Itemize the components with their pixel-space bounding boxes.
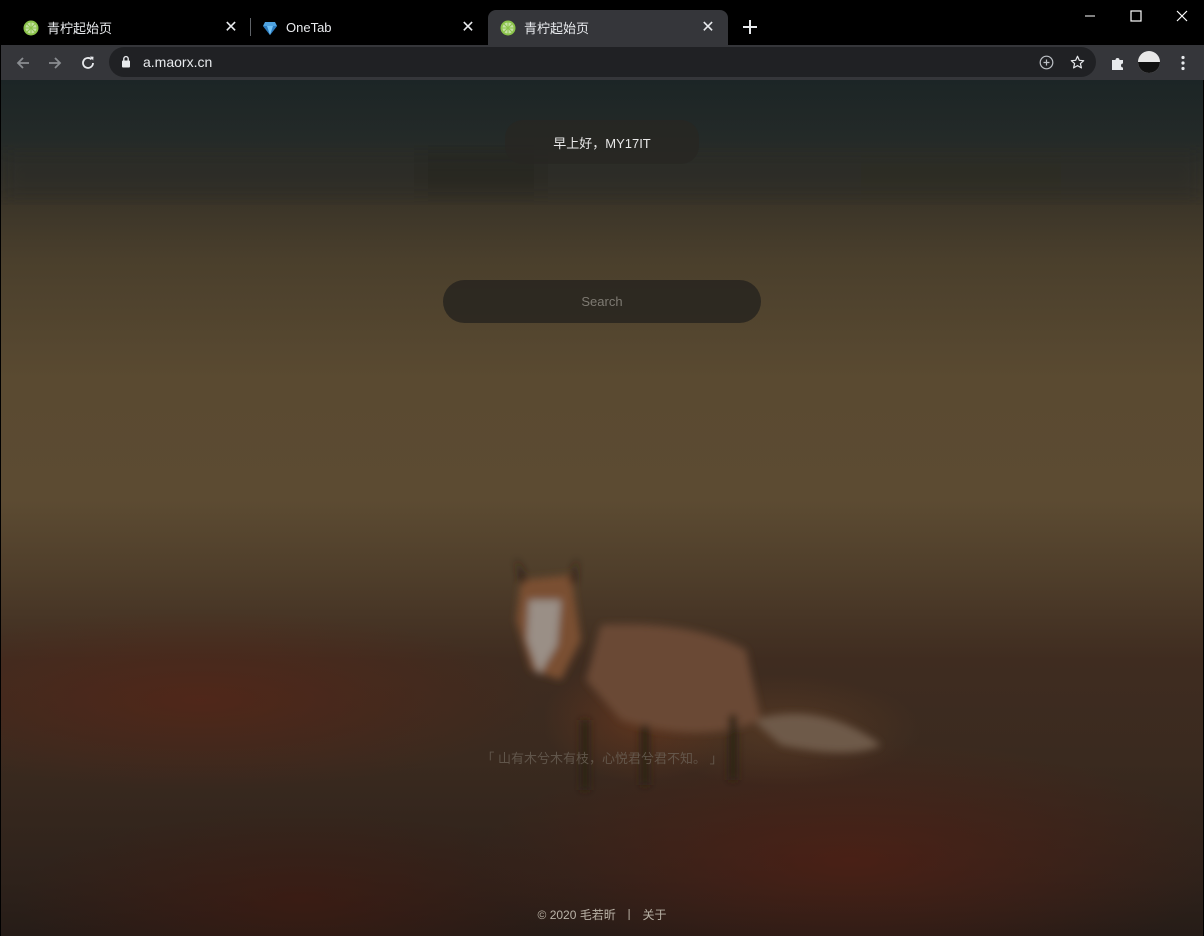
tab-3-title: 青柠起始页 [524, 21, 590, 36]
lime-icon [500, 20, 516, 35]
url-text: a.maorx.cn [143, 54, 213, 70]
avatar[interactable] [1138, 51, 1160, 73]
minimize-icon [1085, 15, 1095, 17]
footer: © 2020 毛若昕 丨 关于 [1, 906, 1203, 923]
copyright-text: © 2020 毛若昕 [537, 908, 616, 922]
tab-2-close-icon[interactable]: ✕ [460, 19, 476, 36]
back-button[interactable] [9, 49, 37, 77]
forward-button[interactable] [41, 49, 69, 77]
onetab-icon [263, 21, 277, 35]
bookmark-star-button[interactable] [1067, 52, 1087, 72]
plus-icon [743, 20, 757, 34]
footer-separator: 丨 [623, 908, 636, 922]
install-app-button[interactable] [1036, 52, 1056, 72]
star-icon [1070, 55, 1084, 68]
lock-icon [122, 55, 130, 68]
puzzle-icon [1112, 58, 1123, 70]
about-link[interactable]: 关于 [642, 908, 666, 922]
new-tab-button[interactable] [739, 16, 761, 38]
greeting-pill: 早上好，MY17IT [505, 120, 699, 164]
add-circle-icon [1039, 55, 1053, 69]
more-vertical-icon [1181, 55, 1185, 71]
tab-3-close-icon[interactable]: ✕ [700, 19, 716, 36]
tab-1-title: 青柠起始页 [47, 21, 113, 36]
extensions-button[interactable] [1104, 49, 1132, 77]
lime-icon [23, 20, 39, 35]
fox-background-image [1, 150, 1203, 790]
quote-text: 「 山有木兮木有枝，心悦君兮君不知。 」 [481, 751, 723, 766]
tab-2[interactable]: OneTab ✕ [251, 10, 488, 45]
arrow-right-icon [49, 57, 62, 69]
browser-window: 青柠起始页 ✕ OneTab ✕ 青柠起始页 ✕ a.maorx.cn 早上好，… [0, 0, 1204, 936]
tab-strip: 青柠起始页 ✕ OneTab ✕ 青柠起始页 ✕ [1, 1, 1204, 45]
tab-1[interactable]: 青柠起始页 ✕ [1, 10, 251, 45]
toolbar: a.maorx.cn [1, 45, 1204, 80]
minimize-button[interactable] [1067, 1, 1113, 31]
close-window-button[interactable] [1159, 1, 1204, 31]
close-icon [1176, 10, 1188, 22]
tab-2-title: OneTab [286, 20, 332, 35]
maximize-icon [1130, 10, 1142, 22]
search-box[interactable] [443, 280, 761, 323]
tab-1-close-icon[interactable]: ✕ [223, 19, 239, 36]
arrow-left-icon [16, 57, 29, 69]
search-input[interactable] [443, 280, 761, 323]
reload-icon [82, 56, 94, 69]
address-bar[interactable]: a.maorx.cn [109, 47, 1096, 77]
start-page: 早上好，MY17IT 「 山有木兮木有枝，心悦君兮君不知。 」 © 2020 毛… [1, 80, 1203, 936]
tab-3-active[interactable]: 青柠起始页 ✕ [488, 10, 728, 45]
maximize-button[interactable] [1113, 1, 1159, 31]
reload-button[interactable] [74, 49, 102, 77]
menu-button[interactable] [1169, 49, 1197, 77]
